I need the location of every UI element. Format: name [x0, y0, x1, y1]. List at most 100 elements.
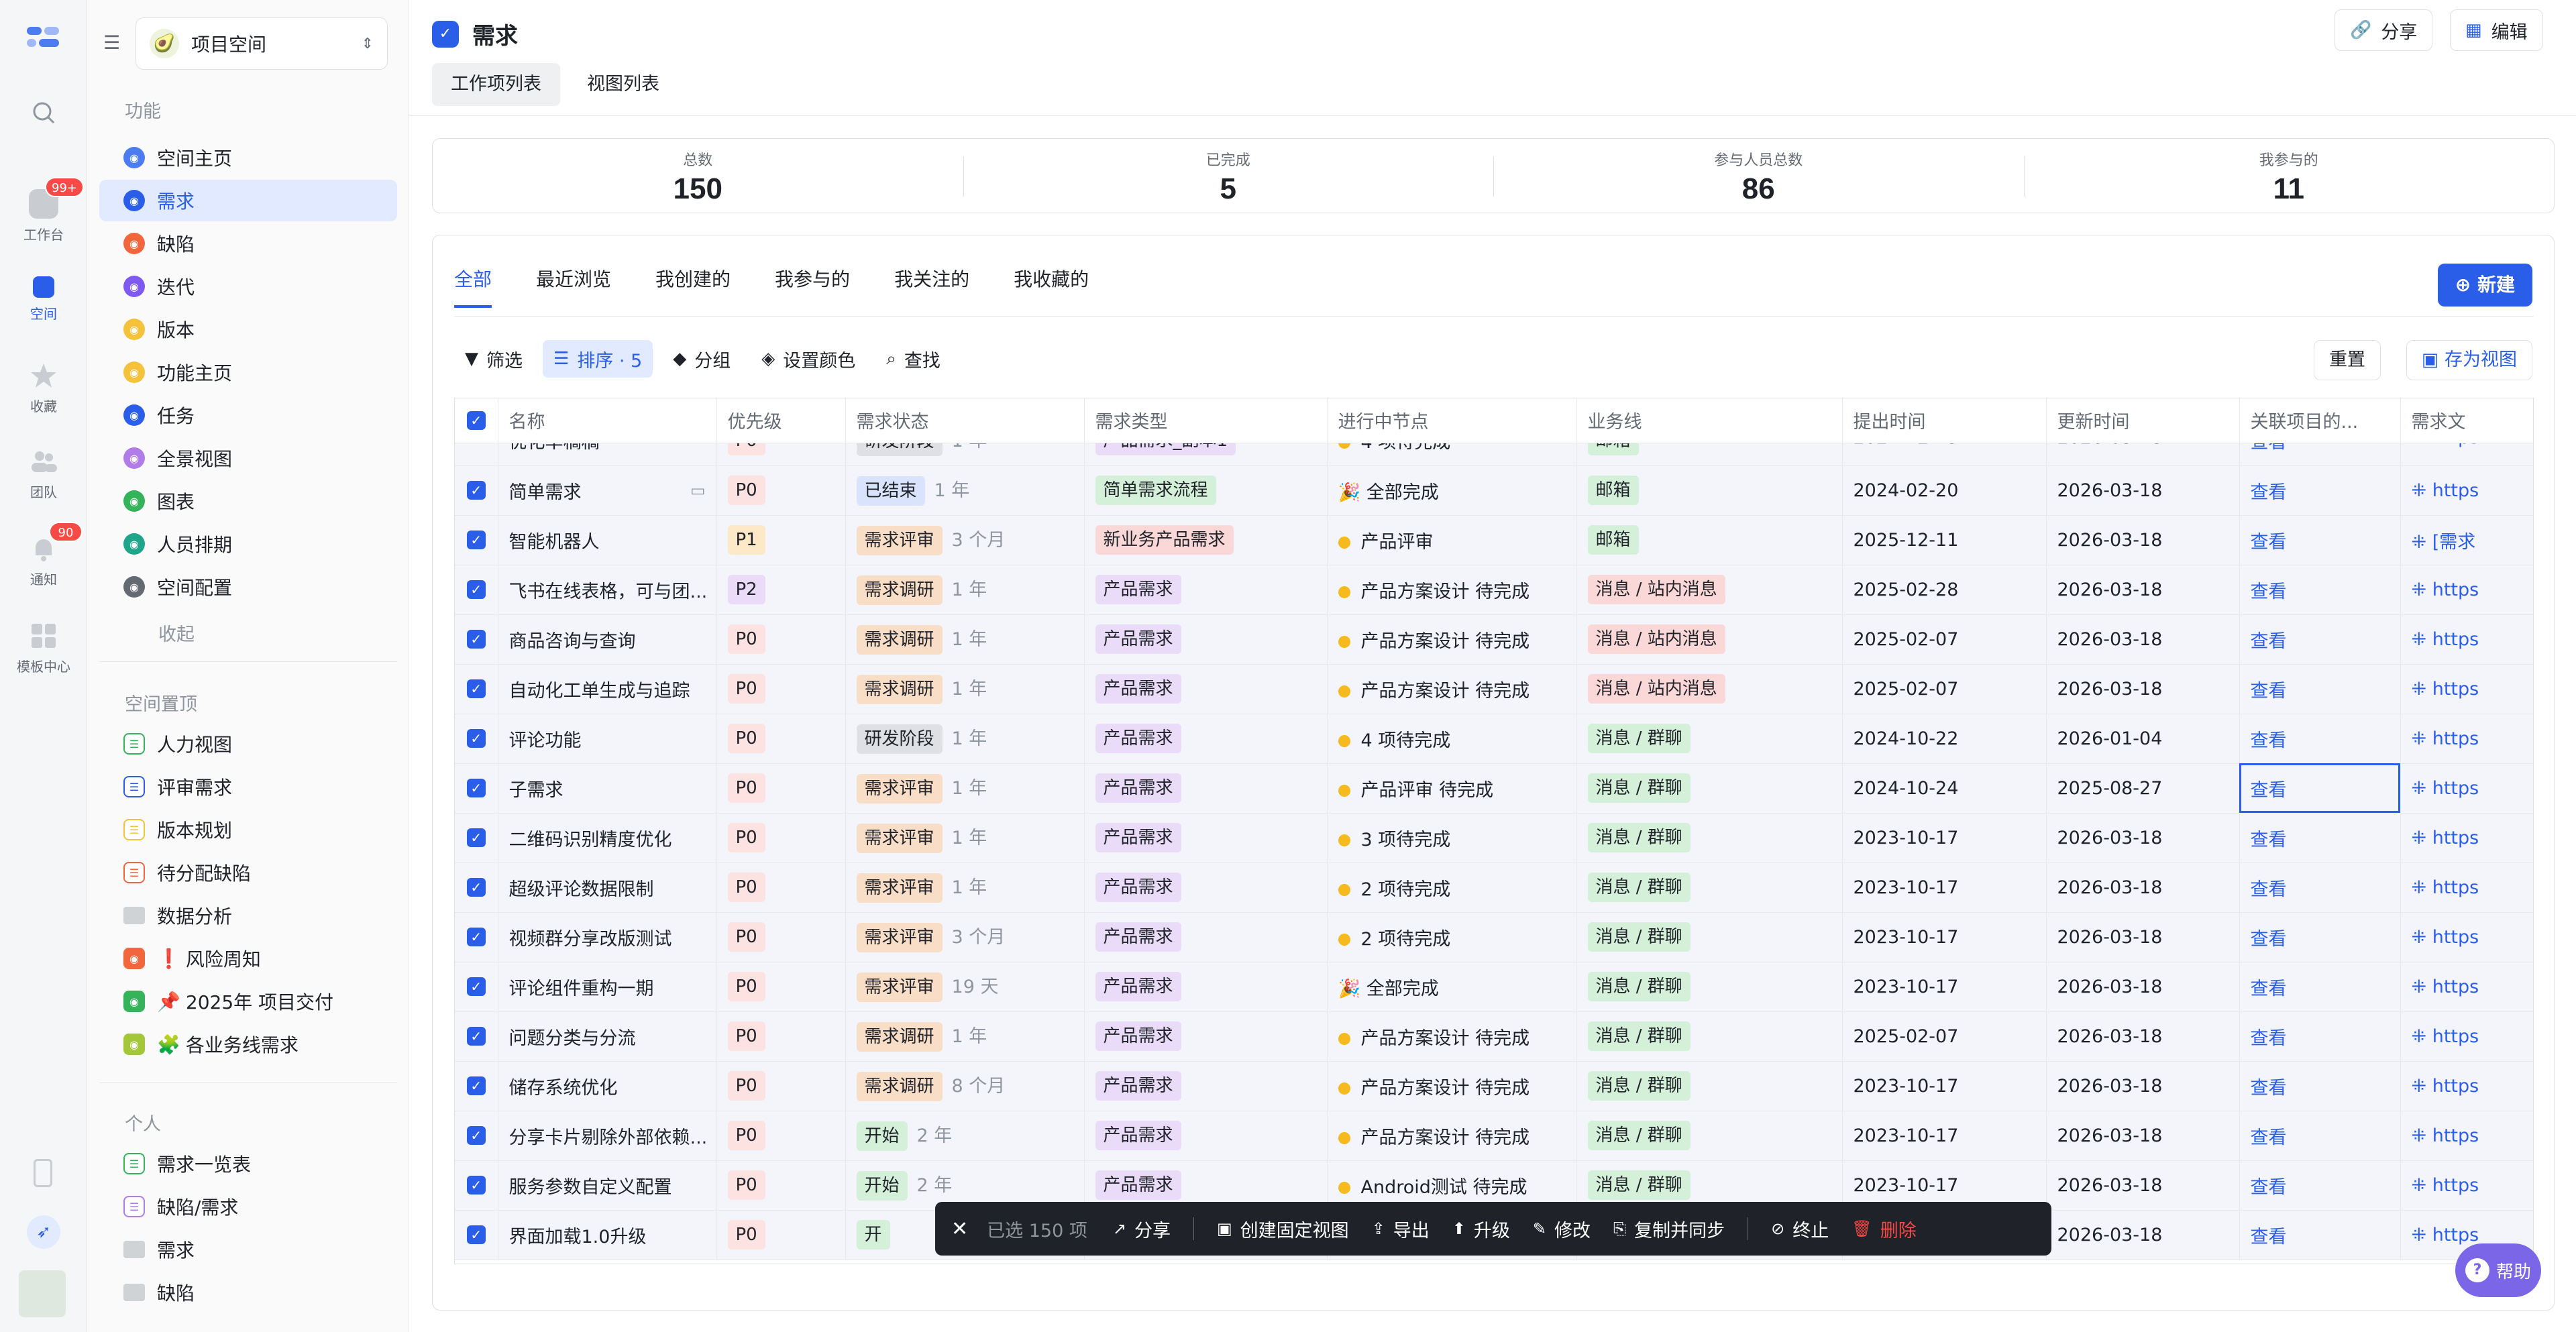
row-checkbox[interactable]: ✓ — [466, 1225, 486, 1244]
col-priority[interactable]: 优先级 — [716, 398, 846, 443]
doc-link[interactable]: [需求 — [2432, 532, 2476, 553]
bulk-export-button[interactable]: ⇪ 导出 — [1372, 1216, 1430, 1242]
cell-biz[interactable]: 消息 / 站内消息 — [1576, 565, 1843, 615]
pinned-item[interactable]: ☰ 评审需求 — [99, 766, 397, 808]
item-name[interactable]: 智能机器人 — [509, 527, 600, 553]
doc-link[interactable]: https — [2432, 977, 2479, 997]
view-link[interactable]: 查看 — [2251, 1177, 2287, 1198]
cell-doc[interactable]: ⁜ https — [2400, 664, 2533, 714]
app-logo[interactable] — [27, 24, 60, 51]
features-item[interactable]: ◉ 版本 — [99, 309, 397, 350]
row-checkbox[interactable]: ✓ — [466, 977, 486, 996]
item-name[interactable]: 优化率稿稿 — [509, 443, 600, 453]
cell-status[interactable]: 需求调研 1 年 — [845, 1011, 1085, 1062]
space-selector[interactable]: 🥑 项目空间 ⇕ — [136, 17, 388, 70]
features-item[interactable]: ◉ 人员排期 — [99, 523, 397, 565]
features-item[interactable]: ◉ 迭代 — [99, 266, 397, 307]
table-row[interactable]: ✓ 分享卡片剔除外部依赖... P0 开始 2 年 产品需求 产品方案设计 待完成 消息 / … — [455, 1111, 2533, 1161]
cell-priority[interactable]: P0 — [716, 443, 846, 466]
row-checkbox[interactable]: ✓ — [466, 580, 486, 599]
find-button[interactable]: ⌕ 查找 — [875, 340, 951, 378]
new-button[interactable]: ⊕ 新建 — [2437, 264, 2532, 307]
cell-priority[interactable]: P0 — [716, 912, 846, 962]
table-row[interactable]: ✓ 子需求 P0 需求评审 1 年 产品需求 产品评审 待完成 消息 / 群聊 2024-10-… — [455, 763, 2533, 814]
cell-doc[interactable]: ⁜ https — [2400, 1011, 2533, 1062]
cell-status[interactable]: 已结束 1 年 — [845, 465, 1085, 516]
cell-type[interactable]: 产品需求 — [1084, 714, 1328, 764]
item-name[interactable]: 分享卡片剔除外部依赖... — [509, 1123, 708, 1149]
col-biz[interactable]: 业务线 — [1576, 398, 1843, 443]
cell-biz[interactable]: 邮箱 — [1576, 515, 1843, 565]
col-created[interactable]: 提出时间 — [1842, 398, 2047, 443]
cell-doc[interactable]: ⁜ https — [2400, 962, 2533, 1012]
doc-link[interactable]: https — [2432, 778, 2479, 799]
bulk-stop-button[interactable]: ⊘ 终止 — [1771, 1216, 1829, 1242]
doc-link[interactable]: https — [2432, 1125, 2479, 1146]
cell-priority[interactable]: P2 — [716, 565, 846, 615]
cell-linked[interactable]: 查看 — [2239, 813, 2401, 863]
rail-templates[interactable]: 模板中心 — [0, 621, 87, 675]
bulk-trash-button[interactable]: 🗑 删除 — [1851, 1216, 1916, 1242]
item-name[interactable]: 二维码识别精度优化 — [509, 825, 672, 851]
item-name[interactable]: 评论组件重构一期 — [509, 974, 654, 1000]
rail-search[interactable] — [0, 98, 87, 127]
table-row[interactable]: ✓ 商品咨询与查询 P0 需求调研 1 年 产品需求 产品方案设计 待完成 消息 / 站内消息… — [455, 614, 2533, 665]
col-node[interactable]: 进行中节点 — [1327, 398, 1577, 443]
view-link[interactable]: 查看 — [2251, 830, 2287, 850]
doc-link[interactable]: https — [2432, 828, 2479, 848]
features-item[interactable]: ◉ 需求 — [99, 180, 397, 221]
cell-linked[interactable]: 查看 — [2239, 1160, 2401, 1211]
col-linked[interactable]: 关联项目的... — [2239, 398, 2401, 443]
row-checkbox[interactable]: ✓ — [466, 1076, 486, 1095]
row-select[interactable]: ✓ — [455, 1210, 498, 1260]
row-select[interactable]: ✓ — [455, 1011, 498, 1062]
item-name[interactable]: 简单需求 — [509, 478, 582, 504]
cell-linked[interactable]: 查看 — [2239, 763, 2401, 814]
cell-biz[interactable]: 消息 / 群聊 — [1576, 714, 1843, 764]
cell-doc[interactable]: ⁜ https — [2400, 912, 2533, 962]
cell-doc[interactable]: ⁜ https — [2400, 763, 2533, 814]
doc-link[interactable]: https — [2432, 877, 2479, 898]
col-name[interactable]: 名称 — [498, 398, 717, 443]
bulk-copy-button[interactable]: ⎘ 复制并同步 — [1613, 1216, 1725, 1242]
cell-status[interactable]: 需求评审 19 天 — [845, 962, 1085, 1012]
row-select[interactable]: ✓ — [455, 863, 498, 913]
item-name[interactable]: 飞书在线表格，可与团... — [509, 577, 708, 603]
row-checkbox[interactable]: ✓ — [466, 630, 486, 649]
cell-biz[interactable]: 消息 / 群聊 — [1576, 863, 1843, 913]
cell-type[interactable]: 产品需求 — [1084, 1011, 1328, 1062]
table-row[interactable]: ✓ 视频群分享改版测试 P0 需求评审 3 个月 产品需求 2 项待完成 消息 / 群聊 202… — [455, 912, 2533, 962]
row-select[interactable]: ✓ — [455, 714, 498, 764]
cell-linked[interactable]: 查看 — [2239, 863, 2401, 913]
row-checkbox[interactable]: ✓ — [466, 1176, 486, 1195]
personal-item[interactable]: 需求 — [99, 1229, 397, 1270]
table-row[interactable]: ✓ 评论功能 P0 研发阶段 1 年 产品需求 4 项待完成 消息 / 群聊 2024-10-2… — [455, 714, 2533, 764]
filter-tab-all[interactable]: 全部 — [454, 265, 492, 308]
filter-tab-participated[interactable]: 我参与的 — [775, 265, 850, 308]
cell-priority[interactable]: P0 — [716, 664, 846, 714]
features-item[interactable]: ◉ 缺陷 — [99, 223, 397, 264]
select-all-checkbox[interactable]: ✓ — [455, 398, 498, 443]
filter-tab-followed[interactable]: 我关注的 — [894, 265, 969, 308]
color-button[interactable]: ◈ 设置颜色 — [751, 340, 866, 378]
cell-type[interactable]: 产品需求 — [1084, 863, 1328, 913]
cell-status[interactable]: 需求评审 3 个月 — [845, 515, 1085, 565]
pinned-item[interactable]: ☰ 版本规划 — [99, 809, 397, 850]
row-checkbox[interactable]: ✓ — [466, 679, 486, 698]
doc-link[interactable]: https — [2432, 579, 2479, 600]
mobile-icon[interactable] — [34, 1159, 52, 1187]
personal-item[interactable]: ☰ 缺陷/需求 — [99, 1186, 397, 1227]
filter-tab-starred[interactable]: 我收藏的 — [1014, 265, 1089, 308]
row-select[interactable]: ✓ — [455, 1111, 498, 1161]
bulk-edit-button[interactable]: ✎ 修改 — [1533, 1216, 1591, 1242]
doc-link[interactable]: https — [2432, 728, 2479, 749]
row-select[interactable]: ✓ — [455, 465, 498, 516]
view-link[interactable]: 查看 — [2251, 1227, 2287, 1247]
rocket-icon[interactable]: ➶ — [27, 1215, 60, 1249]
row-checkbox[interactable]: ✓ — [466, 531, 486, 549]
cell-doc[interactable]: ⁜ https — [2400, 565, 2533, 615]
cell-type[interactable]: 产品需求_副本1 — [1084, 443, 1328, 466]
pinned-item[interactable]: ☰ 人力视图 — [99, 723, 397, 765]
features-item[interactable]: ◉ 功能主页 — [99, 351, 397, 393]
bulk-upgrade-button[interactable]: ⬆ 升级 — [1452, 1216, 1510, 1242]
